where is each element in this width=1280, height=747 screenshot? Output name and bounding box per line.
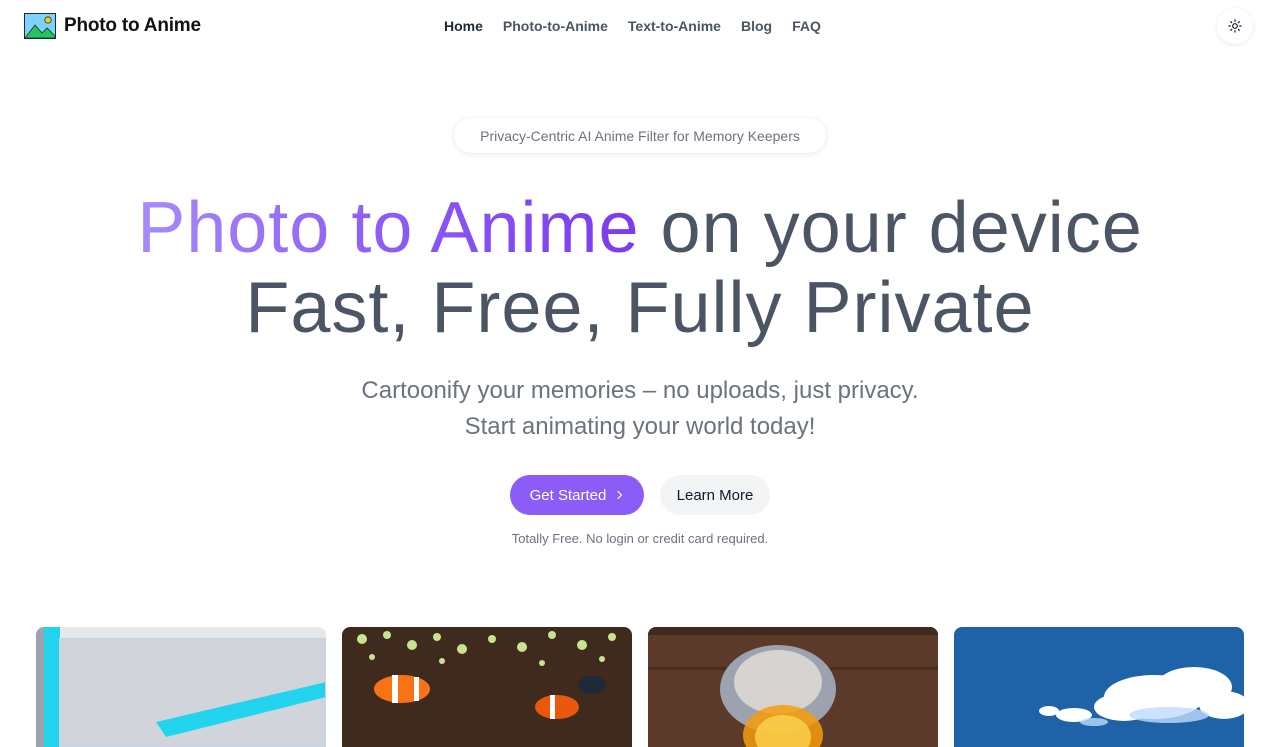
theme-toggle-button[interactable] [1217,8,1253,44]
gallery-card-clouds[interactable] [954,627,1244,747]
gallery-card-window[interactable] [36,627,326,747]
nav-faq[interactable]: FAQ [792,16,821,36]
site-header: Photo to Anime Home Photo-to-Anime Text-… [0,0,1280,52]
chevron-right-icon [617,490,623,500]
hero-subtitle: Cartoonify your memories – no uploads, j… [0,373,1280,445]
gallery-card-portrait[interactable] [648,627,938,747]
nav-blog[interactable]: Blog [741,16,772,36]
landscape-photo-icon [24,13,56,39]
hero-badge: Privacy-Centric AI Anime Filter for Memo… [454,118,826,153]
nav-text-to-anime[interactable]: Text-to-Anime [628,16,721,36]
nav-photo-to-anime[interactable]: Photo-to-Anime [503,16,608,36]
hero-title-highlight: Photo to Anime [137,188,640,268]
logo-link[interactable]: Photo to Anime [24,12,201,40]
anime-clownfish-image [342,627,632,747]
get-started-label: Get Started [529,486,607,504]
learn-more-button[interactable]: Learn More [660,475,770,515]
logo-text: Photo to Anime [64,15,201,36]
main-nav: Home Photo-to-Anime Text-to-Anime Blog F… [444,16,821,36]
anime-clouds-image [954,627,1244,747]
free-note: Totally Free. No login or credit card re… [511,531,769,546]
anime-portrait-image [648,627,938,747]
hero-cta-group: Get Started Learn More [510,475,770,515]
hero-title: Photo to Anime on your device Fast, Free… [0,188,1280,348]
get-started-button[interactable]: Get Started [510,475,644,515]
nav-home[interactable]: Home [444,16,483,36]
hero-subtitle-line2: Start animating your world today! [464,413,816,440]
hero-title-line2: Fast, Free, Fully Private [245,268,1035,348]
hero-subtitle-line1: Cartoonify your memories – no uploads, j… [361,377,919,404]
gallery-card-clownfish[interactable] [342,627,632,747]
hero-title-rest: on your device [639,188,1143,268]
anime-window-image [36,627,326,747]
example-gallery [36,627,1244,747]
sun-icon [1228,19,1242,33]
